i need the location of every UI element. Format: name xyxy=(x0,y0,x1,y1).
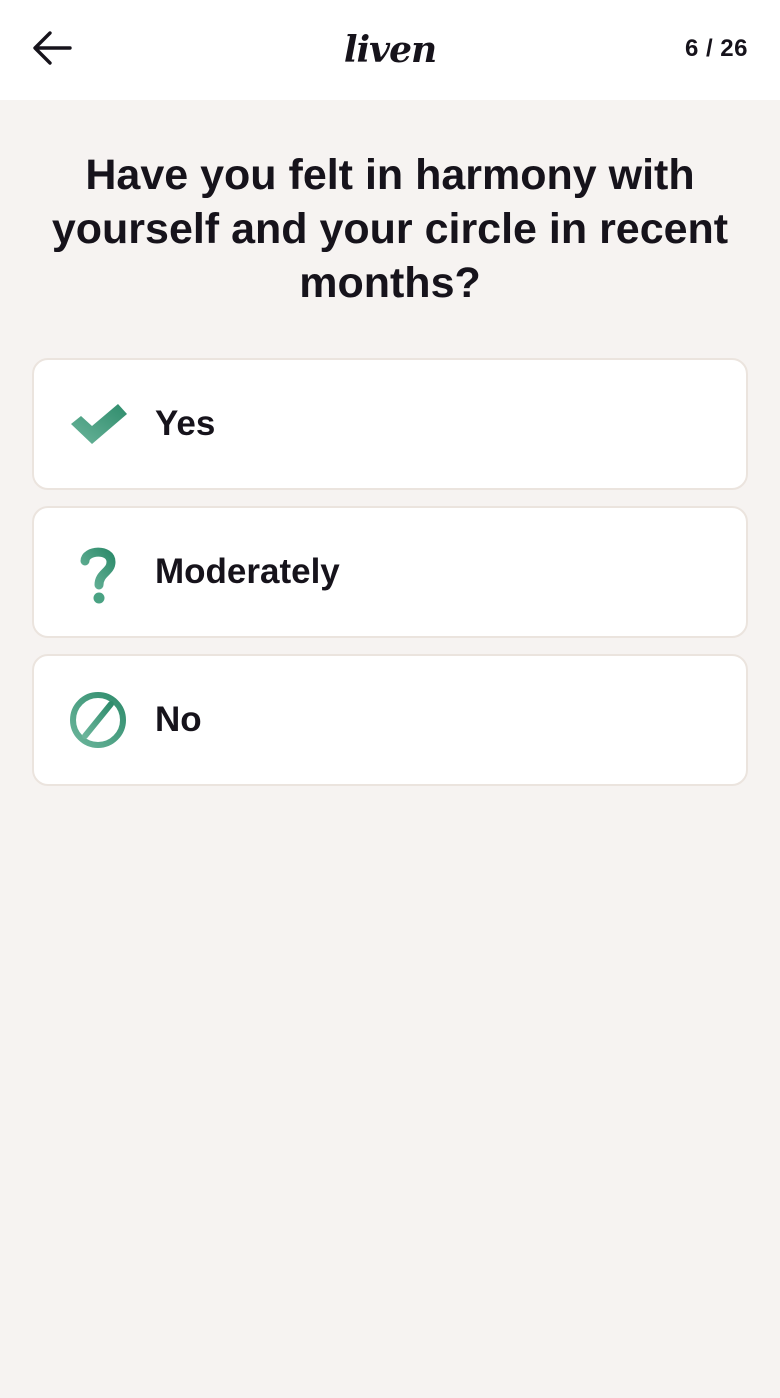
question-title: Have you felt in harmony with yourself a… xyxy=(51,151,729,307)
answer-options: Yes Moderately No xyxy=(32,358,748,802)
option-no[interactable]: No xyxy=(32,654,748,786)
option-moderately[interactable]: Moderately xyxy=(32,506,748,638)
checkmark-icon xyxy=(66,392,130,456)
logo-text: liven xyxy=(343,29,437,71)
question-mark-icon xyxy=(66,540,130,604)
prohibited-icon xyxy=(66,688,130,752)
option-label: Yes xyxy=(155,404,216,443)
progress-counter: 6 / 26 xyxy=(684,35,748,62)
top-bar: liven 6 / 26 xyxy=(0,0,780,100)
option-yes[interactable]: Yes xyxy=(32,358,748,490)
option-label: Moderately xyxy=(155,552,340,591)
app-logo: liven xyxy=(0,22,780,78)
option-label: No xyxy=(155,700,202,739)
